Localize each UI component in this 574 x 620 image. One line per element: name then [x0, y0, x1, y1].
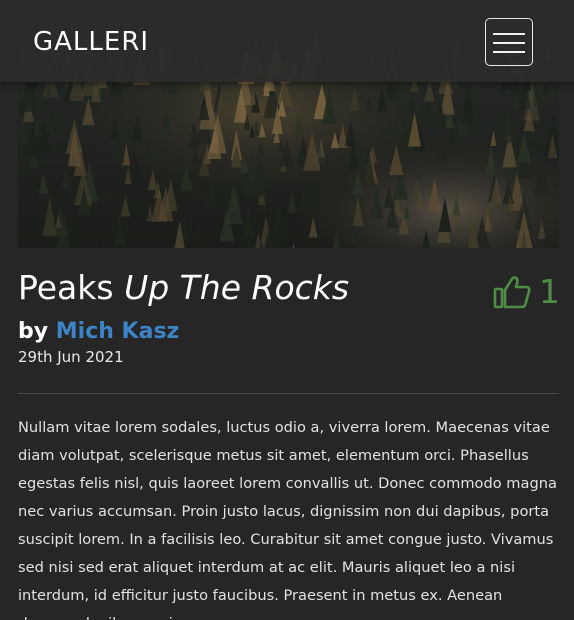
post-body: Nullam vitae lorem sodales, luctus odio …: [18, 419, 557, 620]
page: GALLERI Peaks Up The Rocks 1 by Mich Kas…: [0, 0, 574, 620]
thumbs-up-icon: [493, 276, 531, 309]
by-label: by: [18, 319, 49, 344]
hamburger-menu-icon: [493, 33, 525, 53]
divider: [18, 393, 559, 394]
like-button[interactable]: 1: [493, 270, 560, 314]
like-count: 1: [539, 272, 560, 311]
post-date: 29th Jun 2021: [18, 348, 124, 366]
post-title: Peaks Up The Rocks: [18, 266, 349, 310]
top-navbar: GALLERI: [0, 0, 574, 82]
author-link[interactable]: Mich Kasz: [56, 319, 180, 344]
brand-logo[interactable]: GALLERI: [33, 24, 149, 60]
byline: by Mich Kasz: [18, 316, 179, 348]
post-title-plain: Peaks: [18, 268, 114, 307]
menu-toggle-button[interactable]: [485, 18, 533, 66]
post-title-emphasis: Up The Rocks: [124, 268, 350, 307]
